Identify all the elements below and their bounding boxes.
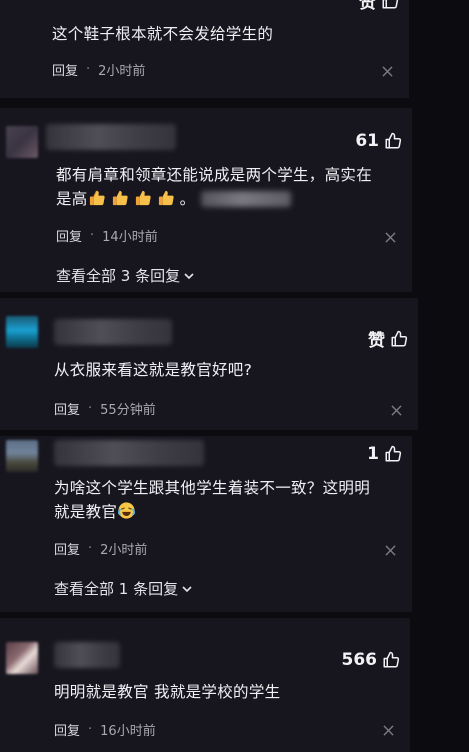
comment-text-line2: 是高 。 — [56, 187, 372, 211]
reply-button[interactable]: 回复 — [54, 539, 80, 558]
thumbs-up-icon — [391, 330, 408, 346]
comment-text: 从衣服来看这就是教官好吧? — [54, 361, 253, 379]
comment-text: 为啥这个学生跟其他学生着装不一致？这明明 就是教官 — [54, 476, 370, 524]
close-button[interactable] — [391, 405, 402, 416]
username-blurred[interactable] — [46, 124, 176, 150]
close-icon — [385, 545, 396, 556]
comment-text-line1: 为啥这个学生跟其他学生着装不一致？这明明 — [54, 479, 371, 497]
avatar[interactable] — [6, 316, 38, 348]
close-button[interactable] — [383, 725, 394, 736]
comment-meta: 回复 · 14小时前 — [56, 226, 158, 245]
like-count: 566 — [341, 650, 378, 670]
avatar[interactable] — [6, 642, 38, 674]
username-blurred[interactable] — [54, 319, 172, 345]
view-all-replies-label: 查看全部 3 条回复 — [56, 267, 181, 285]
close-button[interactable] — [385, 545, 396, 556]
avatar[interactable] — [6, 126, 38, 158]
view-all-replies[interactable]: 查看全部 1 条回复 — [54, 578, 193, 599]
comment-card: 566 明明就是教官 我就是学校的学生 回复 · 16小时前 — [0, 618, 410, 752]
reply-button[interactable]: 回复 — [52, 60, 78, 79]
comment-meta: 回复 · 2小时前 — [54, 539, 147, 558]
thumbs-up-emoji — [112, 190, 128, 206]
close-icon — [385, 232, 396, 243]
thumbs-up-icon — [383, 651, 400, 668]
separator: · — [86, 62, 91, 77]
comment-text-line2-suffix: 。 — [179, 190, 196, 208]
thumbs-up-icon — [385, 132, 402, 149]
thumbs-up-icon — [385, 445, 402, 462]
redacted-text — [201, 191, 292, 207]
comment-meta: 回复 · 2小时前 — [52, 60, 145, 79]
like-button[interactable]: 赞 — [359, 0, 399, 13]
comment-meta: 回复 · 16小时前 — [54, 720, 156, 739]
comment-card: 1 为啥这个学生跟其他学生着装不一致？这明明 就是教官 回复 · 2小时前 查看… — [0, 436, 412, 612]
comment-meta: 回复 · 55分钟前 — [54, 399, 156, 418]
separator: · — [88, 401, 93, 416]
like-count: 61 — [355, 131, 379, 151]
comment-time: 16小时前 — [100, 724, 156, 739]
comment-card: 61 都有肩章和领章还能说成是两个学生，高实在 是高 。 回复 · 14小时前 查… — [0, 108, 412, 292]
chevron-down-icon — [182, 585, 192, 592]
comment-text-line1: 都有肩章和领章还能说成是两个学生，高实在 — [56, 166, 373, 184]
thumbs-up-emoji — [158, 190, 174, 206]
reply-button[interactable]: 回复 — [54, 720, 80, 739]
thumbs-up-icon — [382, 0, 399, 8]
comment-time: 55分钟前 — [100, 403, 156, 418]
view-all-replies-label: 查看全部 1 条回复 — [54, 580, 179, 598]
comment-text: 这个鞋子根本就不会发给学生的 — [52, 25, 274, 43]
comment-card: 赞 从衣服来看这就是教官好吧? 回复 · 55分钟前 — [0, 298, 418, 430]
like-button[interactable]: 赞 — [368, 326, 408, 351]
username-blurred[interactable] — [54, 642, 120, 668]
like-count: 赞 — [368, 331, 385, 351]
separator: · — [88, 722, 93, 737]
chevron-down-icon — [184, 272, 194, 279]
close-button[interactable] — [382, 66, 393, 77]
comment-text-line2-prefix: 是高 — [56, 190, 88, 208]
like-count: 1 — [367, 444, 379, 464]
username-blurred[interactable] — [54, 440, 204, 466]
separator: · — [88, 541, 93, 556]
comment-text: 都有肩章和领章还能说成是两个学生，高实在 是高 。 — [56, 163, 372, 211]
close-button[interactable] — [385, 232, 396, 243]
comment-time: 2小时前 — [100, 543, 148, 558]
comment-text-line2: 就是教官 — [54, 500, 370, 524]
like-button[interactable]: 1 — [367, 444, 402, 464]
reply-button[interactable]: 回复 — [54, 399, 80, 418]
close-icon — [391, 405, 402, 416]
comment-time: 2小时前 — [98, 64, 146, 79]
close-icon — [382, 66, 393, 77]
like-button[interactable]: 61 — [355, 131, 402, 151]
view-all-replies[interactable]: 查看全部 3 条回复 — [56, 265, 195, 286]
comment-text: 明明就是教官 我就是学校的学生 — [54, 683, 281, 701]
comment-text-line2-prefix: 就是教官 — [54, 503, 118, 521]
thumbs-up-emoji — [135, 190, 151, 206]
thumbs-up-emoji — [89, 190, 105, 206]
separator: · — [90, 228, 95, 243]
comment-card: 赞 这个鞋子根本就不会发给学生的 回复 · 2小时前 — [0, 0, 409, 98]
reply-button[interactable]: 回复 — [56, 226, 82, 245]
close-icon — [383, 725, 394, 736]
like-button[interactable]: 566 — [342, 650, 401, 670]
laughing-crying-emoji — [118, 502, 136, 519]
avatar[interactable] — [6, 440, 38, 472]
comment-time: 14小时前 — [102, 230, 158, 245]
like-count: 赞 — [359, 0, 376, 13]
